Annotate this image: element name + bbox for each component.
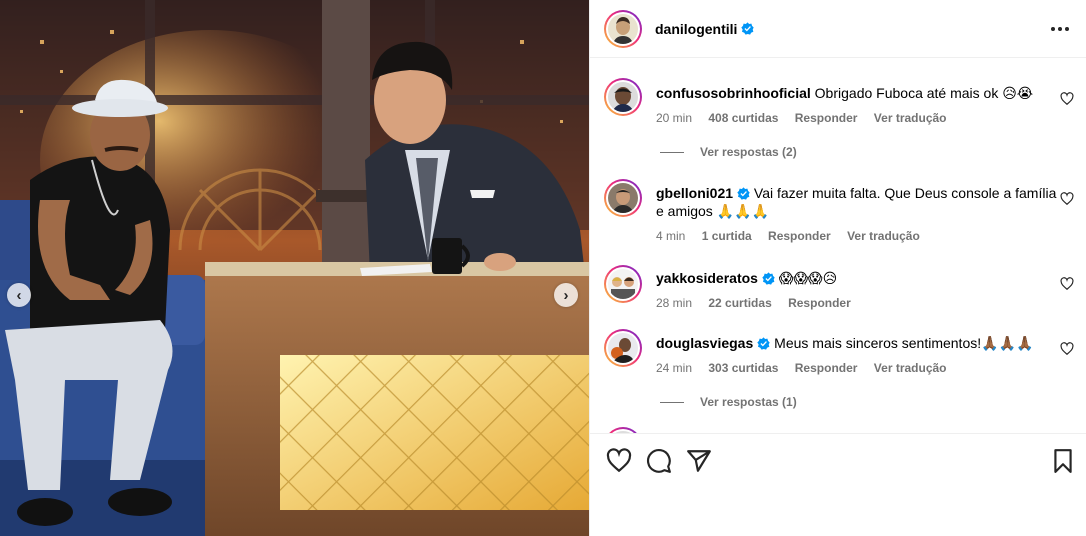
reply-button[interactable]: Responder — [768, 229, 831, 243]
author-avatar[interactable] — [604, 9, 642, 48]
commenter-avatar[interactable] — [604, 78, 642, 116]
carousel-next-button[interactable]: › — [554, 283, 578, 307]
comment-username[interactable]: gbelloni021 — [656, 185, 733, 201]
comment-text: 😱😱😱😥 — [778, 270, 838, 286]
send-icon[interactable] — [686, 448, 712, 474]
author-username[interactable]: danilogentili — [655, 21, 737, 37]
comment-username[interactable]: douglasviegas — [656, 335, 753, 351]
bookmark-icon[interactable] — [1050, 448, 1076, 474]
comment-heart-icon[interactable] — [1060, 92, 1074, 106]
comment-meta: 28 min 22 curtidas Responder — [656, 294, 1061, 312]
comment-heart-icon[interactable] — [1060, 192, 1074, 206]
verified-badge-icon — [757, 337, 770, 350]
replies-divider — [660, 401, 684, 403]
comment-heart-icon[interactable] — [1060, 342, 1074, 356]
translate-button[interactable]: Ver tradução — [847, 229, 920, 243]
comment-time: 24 min — [656, 361, 693, 375]
translate-button[interactable]: Ver tradução — [874, 361, 947, 375]
comment-username[interactable]: confusosobrinhooficial — [656, 85, 811, 101]
comment-time: 20 min — [656, 111, 693, 125]
comment-likes[interactable]: 1 curtida — [702, 229, 752, 243]
commenter-avatar[interactable] — [604, 265, 642, 303]
comment-icon[interactable] — [646, 448, 672, 474]
heart-icon[interactable] — [606, 448, 632, 474]
view-replies-button[interactable]: Ver respostas (1) — [660, 395, 797, 409]
post-side-panel: danilogentili confusosobrinhooficial Obr… — [589, 0, 1086, 536]
verified-badge-icon — [741, 22, 755, 35]
replies-divider — [660, 151, 684, 153]
comment-text: Meus mais sinceros sentimentos!🙏🏾🙏🏾🙏🏾 — [774, 335, 1034, 351]
reply-button[interactable]: Responder — [795, 111, 858, 125]
chevron-right-icon: › — [563, 286, 569, 304]
post-image — [0, 0, 589, 536]
post-header: danilogentili — [590, 0, 1086, 58]
comments-list[interactable]: confusosobrinhooficial Obrigado Fuboca a… — [590, 59, 1086, 433]
comment-likes[interactable]: 408 curtidas — [708, 111, 778, 125]
reply-button[interactable]: Responder — [788, 296, 851, 310]
view-replies-label: Ver respostas (2) — [700, 145, 797, 159]
verified-badge-icon — [762, 272, 775, 285]
comment-meta: 4 min 1 curtida Responder Ver tradução — [656, 227, 1061, 245]
comment-likes[interactable]: 303 curtidas — [708, 361, 778, 375]
post-action-bar — [590, 433, 1086, 536]
commenter-avatar[interactable] — [604, 329, 642, 367]
post-photo[interactable]: ‹ › — [0, 0, 589, 536]
comment-username[interactable]: yakkosideratos — [656, 270, 758, 286]
more-horizontal-icon[interactable] — [1050, 19, 1070, 39]
view-replies-button[interactable]: Ver respostas (2) — [660, 145, 797, 159]
comment-meta: 24 min 303 curtidas Responder Ver traduç… — [656, 359, 1061, 377]
comment-time: 28 min — [656, 296, 693, 310]
verified-badge-icon — [737, 187, 750, 200]
comment-text: Obrigado Fuboca até mais ok 😥😭 — [814, 85, 1034, 101]
chevron-left-icon: ‹ — [16, 286, 22, 304]
comment-time: 4 min — [656, 229, 686, 243]
translate-button[interactable]: Ver tradução — [874, 111, 947, 125]
comment-meta: 20 min 408 curtidas Responder Ver traduç… — [656, 109, 1061, 127]
carousel-prev-button[interactable]: ‹ — [7, 283, 31, 307]
comment-heart-icon[interactable] — [1060, 277, 1074, 291]
reply-button[interactable]: Responder — [795, 361, 858, 375]
view-replies-label: Ver respostas (1) — [700, 395, 797, 409]
comment-likes[interactable]: 22 curtidas — [708, 296, 771, 310]
commenter-avatar[interactable] — [604, 179, 642, 217]
